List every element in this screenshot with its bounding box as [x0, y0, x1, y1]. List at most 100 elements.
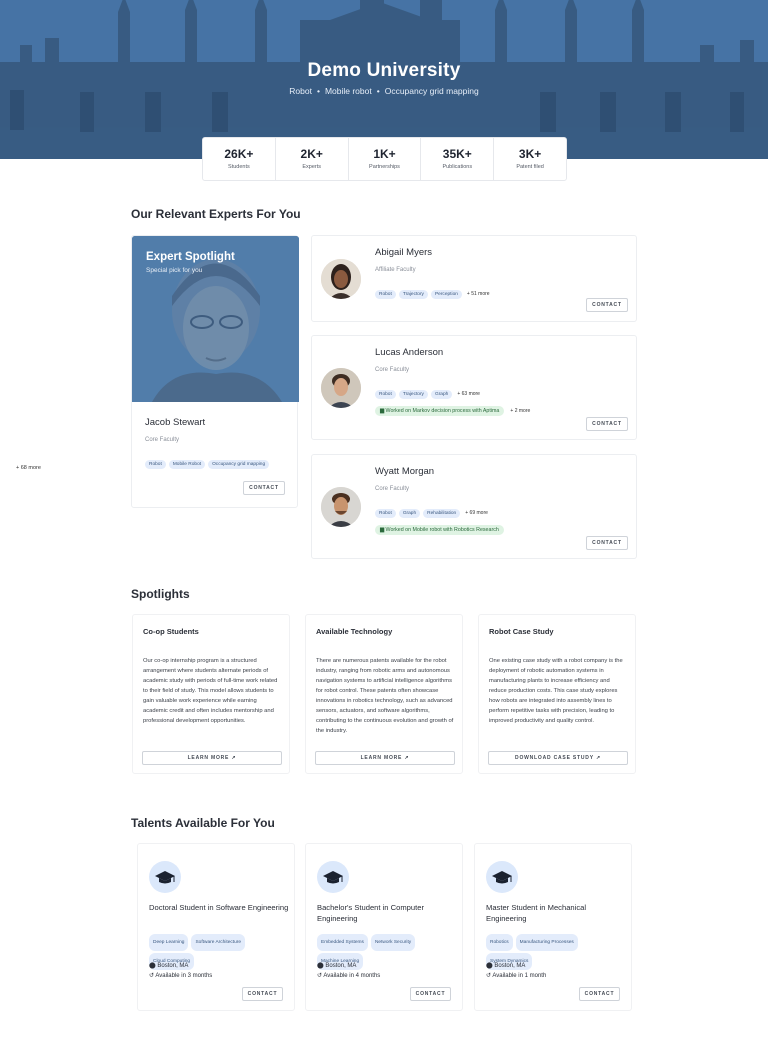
contact-button[interactable]: CONTACT [242, 987, 283, 1001]
expert-tags: Robot Mobile Robot Occupancy grid mapping [145, 452, 295, 470]
talent-location: ⬤ Boston, MA [486, 963, 526, 969]
contact-button[interactable]: CONTACT [579, 987, 620, 1001]
expert-tag: Robot [375, 509, 396, 518]
talent-card: Master Student in Mechanical Engineering… [474, 843, 632, 1011]
graduation-cap-icon [486, 861, 518, 893]
stat-label: Publications [442, 164, 473, 170]
spotlight-heading: Expert Spotlight [146, 251, 235, 263]
stat-students: 26K+ Students [203, 138, 276, 180]
expert-tag: Robot [375, 390, 396, 399]
experts-section-title: Our Relevant Experts For You [131, 207, 301, 221]
expert-tag: Robot [375, 290, 396, 299]
expert-card: Lucas Anderson Core Faculty Robot Traject… [311, 335, 637, 440]
expert-role: Core Faculty [145, 437, 180, 443]
learn-more-button[interactable]: LEARN MORE ↗ [142, 751, 282, 765]
worked-on-row: ▆ Worked on Mobile robot with Robotics R… [375, 518, 504, 536]
expert-photo: Expert Spotlight Special pick for you [132, 236, 299, 402]
talent-availability: ↺ Available in 3 months [149, 973, 213, 979]
talent-location: ⬤ Boston, MA [149, 963, 189, 969]
graduation-cap-icon [317, 861, 349, 893]
stat-patents: 3K+ Patent filed [494, 138, 566, 180]
expert-tag: Robot [145, 460, 166, 469]
graduation-cap-icon [149, 861, 181, 893]
expert-spotlight-card: Expert Spotlight Special pick for you Ja… [131, 235, 299, 508]
expert-name[interactable]: Wyatt Morgan [375, 466, 434, 477]
location-pin-icon: ⬤ [149, 963, 156, 969]
hero-tag: Robot [289, 86, 312, 96]
spotlight-card-title: Co-op Students [143, 627, 199, 636]
spotlight-card-title: Robot Case Study [489, 627, 554, 636]
stat-value: 26K+ [224, 147, 254, 161]
download-case-study-button[interactable]: DOWNLOAD CASE STUDY ↗ [488, 751, 628, 765]
stat-value: 35K+ [442, 147, 472, 161]
expert-name[interactable]: Lucas Anderson [375, 347, 443, 358]
talent-title[interactable]: Master Student in Mechanical Engineering [486, 902, 626, 924]
spotlight-card: Co-op Students Our co-op internship prog… [132, 614, 290, 774]
expert-tags: Robot Trajectory Graph + 63 more [375, 382, 480, 400]
expert-tag: Trajectory [398, 390, 428, 399]
worked-on-badge: ▆ Worked on Markov decision process with… [375, 406, 505, 416]
expert-role: Core Faculty [375, 367, 410, 373]
talent-tag: Network Security [370, 934, 416, 951]
contact-button[interactable]: CONTACT [243, 481, 285, 495]
spotlight-card-body: Our co-op internship program is a struct… [143, 658, 278, 724]
talent-availability: ↺ Available in 1 month [486, 973, 547, 979]
spotlight-card-body: There are numerous patents available for… [316, 658, 454, 734]
expert-role: Affiliate Faculty [375, 267, 416, 273]
spotlight-card: Available Technology There are numerous … [305, 614, 463, 774]
external-link-icon: ↗ [231, 755, 237, 761]
external-link-icon: ↗ [404, 755, 410, 761]
hero-tag: Occupancy grid mapping [384, 86, 479, 96]
more-tags-count: + 69 more [465, 510, 488, 516]
more-tags-count: + 68 more [16, 465, 41, 471]
contact-button[interactable]: CONTACT [586, 417, 628, 431]
talent-tag: Embedded Systems [317, 934, 368, 951]
avatar [321, 487, 361, 527]
contact-button[interactable]: CONTACT [410, 987, 451, 1001]
expert-name[interactable]: Abigail Myers [375, 247, 432, 258]
expert-role: Core Faculty [375, 486, 410, 492]
expert-card: Wyatt Morgan Core Faculty Robot Graph Reha… [311, 454, 637, 559]
location-pin-icon: ⬤ [317, 963, 324, 969]
avatar [321, 259, 361, 299]
history-icon: ↺ [317, 973, 323, 979]
talent-tag: Deep Learning [149, 934, 189, 951]
university-title: Demo University [307, 60, 461, 81]
contact-button[interactable]: CONTACT [586, 536, 628, 550]
talents-section-title: Talents Available For You [131, 816, 275, 830]
stat-value: 1K+ [373, 147, 396, 161]
expert-tag: Rehabilitation [423, 509, 461, 518]
talent-tag: Software Architecture [191, 934, 246, 951]
stat-label: Students [228, 164, 250, 170]
location-pin-icon: ⬤ [486, 963, 493, 969]
talent-card: Bachelor's Student in Computer Engineeri… [305, 843, 463, 1011]
hero-banner: Demo University Robot • Mobile robot • Occup… [0, 0, 768, 159]
stats-bar: 26K+ Students 2K+ Experts 1K+ Partnershi… [202, 137, 567, 181]
spotlights-section-title: Spotlights [131, 587, 190, 601]
talent-title[interactable]: Doctoral Student in Software Engineering [149, 902, 289, 913]
expert-tag: Perception [430, 290, 462, 299]
contact-button[interactable]: CONTACT [586, 298, 628, 312]
worked-on-badge: ▆ Worked on Mobile robot with Robotics R… [375, 525, 504, 535]
spotlight-card-body: One existing case study with a robot com… [489, 658, 623, 724]
expert-tag: Graph [398, 509, 421, 518]
stat-label: Experts [302, 164, 322, 170]
talent-card: Doctoral Student in Software Engineering… [137, 843, 295, 1011]
talent-location: ⬤ Boston, MA [317, 963, 357, 969]
stat-value: 2K+ [300, 147, 323, 161]
talent-availability: ↺ Available in 4 months [317, 973, 381, 979]
stat-publications: 35K+ Publications [421, 138, 495, 180]
expert-card: Abigail Myers Affiliate Faculty Robot Tra… [311, 235, 637, 322]
spotlight-subheading: Special pick for you [146, 267, 203, 274]
expert-name[interactable]: Jacob Stewart [145, 417, 205, 428]
expert-tags: Robot Graph Rehabilitation + 69 more [375, 501, 488, 519]
stat-label: Partnerships [369, 164, 400, 170]
history-icon: ↺ [486, 973, 492, 979]
learn-more-button[interactable]: LEARN MORE ↗ [315, 751, 455, 765]
external-link-icon: ↗ [595, 755, 601, 761]
talent-title[interactable]: Bachelor's Student in Computer Engineeri… [317, 902, 457, 924]
spotlight-card-title: Available Technology [316, 627, 393, 636]
worked-on-row: ▆ Worked on Markov decision process with… [375, 399, 530, 417]
more-tags-count: + 51 more [466, 291, 490, 297]
history-icon: ↺ [149, 973, 155, 979]
